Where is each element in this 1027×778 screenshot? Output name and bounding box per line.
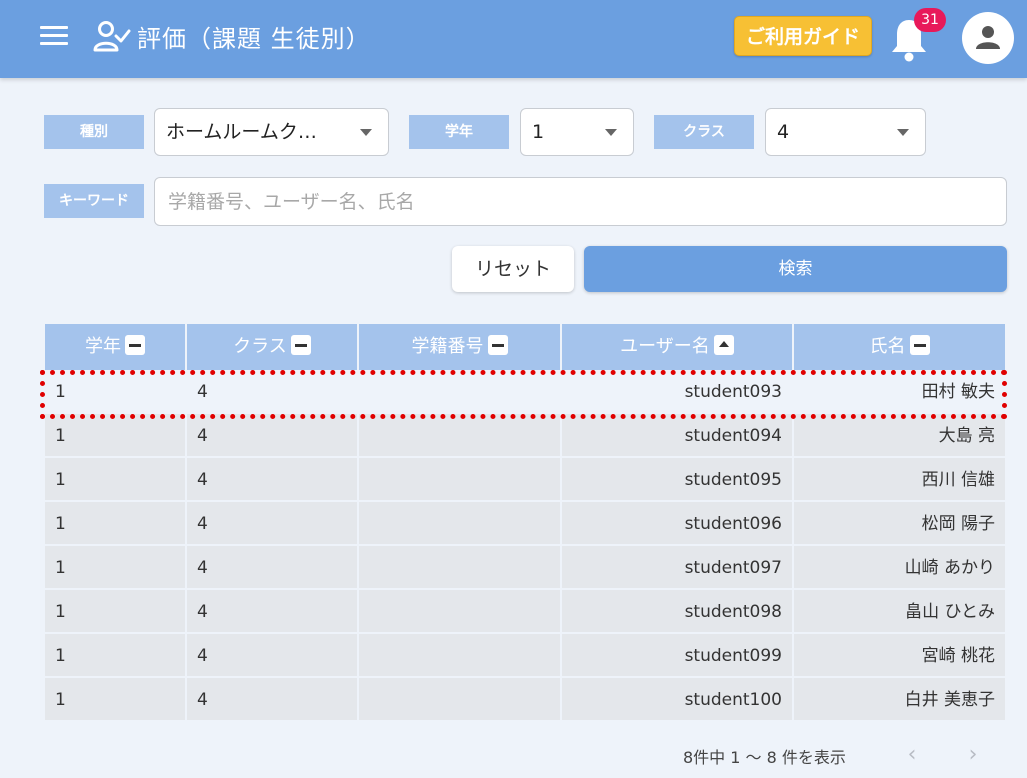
name-cell: 松岡 陽子 (921, 514, 995, 534)
table-row[interactable]: 1 4 student095 西川 信雄 (45, 458, 1005, 502)
class-cell: 4 (187, 634, 359, 676)
table-row[interactable]: 1 4 student099 宮崎 桃花 (45, 634, 1005, 678)
username-cell: student099 (562, 634, 794, 676)
avatar[interactable] (962, 12, 1014, 64)
name-cell: 山崎 あかり (904, 558, 995, 578)
class-label: クラス (654, 115, 754, 149)
table-row[interactable]: 1 4 student098 畠山 ひとみ (45, 590, 1005, 634)
column-header-grade[interactable]: 学年 (45, 324, 187, 370)
search-button[interactable]: 検索 (584, 246, 1007, 292)
class-select[interactable]: 4 (765, 108, 926, 156)
chevron-left-icon[interactable]: ‹ (900, 742, 924, 768)
chevron-down-icon (360, 129, 372, 136)
grade-select[interactable]: 1 (520, 108, 634, 156)
reset-button[interactable]: リセット (452, 246, 574, 292)
table-row[interactable]: 1 4 student093 田村 敏夫 (45, 370, 1005, 414)
type-label: 種別 (44, 115, 144, 149)
column-header-name[interactable]: 氏名 (794, 324, 1005, 370)
name-cell: 西川 信雄 (921, 470, 995, 490)
name-cell: 畠山 ひとみ (905, 602, 995, 622)
class-cell: 4 (187, 590, 359, 632)
sort-none-icon[interactable] (487, 335, 508, 355)
username-cell: student095 (562, 458, 794, 500)
class-cell: 4 (187, 502, 359, 544)
student-no-cell (359, 634, 562, 676)
notification-badge: 31 (914, 8, 946, 32)
sort-ascending-icon[interactable] (713, 335, 734, 355)
sort-none-icon[interactable] (125, 335, 145, 355)
grade-cell: 1 (45, 502, 187, 544)
name-cell: 田村 敏夫 (921, 382, 995, 402)
column-header-username[interactable]: ユーザー名 (562, 324, 794, 370)
table-row[interactable]: 1 4 student094 大島 亮 (45, 414, 1005, 458)
app-header: 評価（課題 生徒別） ご利用ガイド 31 (0, 0, 1027, 78)
grade-cell: 1 (45, 590, 187, 632)
name-cell: 大島 亮 (938, 426, 995, 446)
student-no-cell (359, 590, 562, 632)
user-check-icon (93, 21, 131, 52)
grade-select-value: 1 (532, 121, 545, 143)
sort-none-icon[interactable] (290, 335, 311, 355)
grade-cell: 1 (45, 414, 187, 456)
person-icon (976, 26, 1000, 49)
chevron-down-icon (897, 129, 909, 136)
table-row[interactable]: 1 4 student096 松岡 陽子 (45, 502, 1005, 546)
column-header-class[interactable]: クラス (187, 324, 359, 370)
grade-label: 学年 (409, 115, 509, 149)
student-no-cell (359, 546, 562, 588)
sort-none-icon[interactable] (909, 335, 930, 355)
name-cell: 白井 美恵子 (904, 690, 995, 710)
students-table: 学年 クラス 学籍番号 ユーザー名 氏名 1 4 student093 田村 敏… (45, 324, 1005, 722)
hamburger-menu-icon[interactable] (40, 26, 68, 48)
student-no-cell (359, 458, 562, 500)
type-select-value: ホームルームク… (166, 121, 317, 143)
grade-cell: 1 (45, 546, 187, 588)
keyword-input[interactable] (154, 177, 1007, 226)
table-row[interactable]: 1 4 student100 白井 美恵子 (45, 678, 1005, 722)
class-cell: 4 (187, 678, 359, 720)
class-cell: 4 (187, 370, 359, 412)
grade-cell: 1 (45, 370, 187, 412)
username-cell: student098 (562, 590, 794, 632)
student-no-cell (359, 414, 562, 456)
username-cell: student100 (562, 678, 794, 720)
notifications-button[interactable]: 31 (888, 8, 948, 64)
username-cell: student094 (562, 414, 794, 456)
username-cell: student096 (562, 502, 794, 544)
chevron-down-icon (605, 129, 617, 136)
student-no-cell (359, 370, 562, 412)
type-select[interactable]: ホームルームク… (154, 108, 389, 156)
class-cell: 4 (187, 414, 359, 456)
class-cell: 4 (187, 458, 359, 500)
student-no-cell (359, 502, 562, 544)
table-row[interactable]: 1 4 student097 山崎 あかり (45, 546, 1005, 590)
page-title: 評価（課題 生徒別） (137, 25, 371, 53)
class-select-value: 4 (777, 121, 790, 143)
chevron-right-icon[interactable]: › (961, 742, 985, 768)
grade-cell: 1 (45, 678, 187, 720)
grade-cell: 1 (45, 634, 187, 676)
student-no-cell (359, 678, 562, 720)
pagination-summary: 8件中 1 ～ 8 件を表示 (683, 748, 846, 767)
name-cell: 宮崎 桃花 (921, 646, 995, 666)
username-cell: student097 (562, 546, 794, 588)
class-cell: 4 (187, 546, 359, 588)
column-header-student-no[interactable]: 学籍番号 (359, 324, 562, 370)
grade-cell: 1 (45, 458, 187, 500)
username-cell: student093 (562, 370, 794, 412)
keyword-label: キーワード (44, 184, 144, 218)
guide-button[interactable]: ご利用ガイド (734, 16, 872, 56)
table-header-row: 学年 クラス 学籍番号 ユーザー名 氏名 (45, 324, 1005, 370)
